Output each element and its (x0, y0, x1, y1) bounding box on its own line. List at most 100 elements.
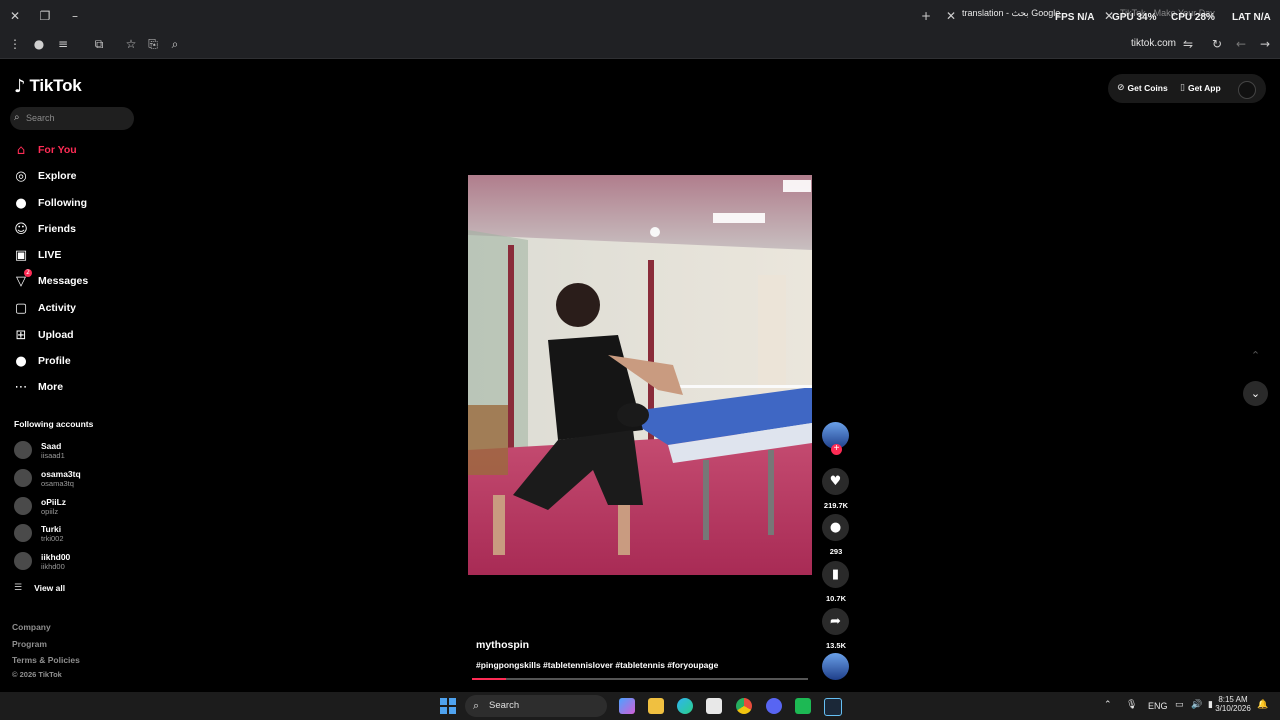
footer-terms[interactable]: Terms & Policies (12, 655, 80, 665)
sidebar-item-for-you[interactable]: ⌂ For You (12, 141, 132, 159)
account-handle: trki002 (41, 533, 64, 543)
following-account-item[interactable]: Saad iisaad1 (14, 438, 65, 462)
sidebar-item-friends[interactable]: ☺ Friends (12, 220, 132, 238)
video-author[interactable]: mythospin (476, 639, 529, 651)
footer-program[interactable]: Program (12, 639, 47, 649)
language-indicator[interactable]: ENG (1148, 701, 1168, 711)
messages-icon: ▽ 2 (12, 269, 32, 290)
comment-count: 293 (829, 547, 843, 556)
comment-button[interactable]: ● (822, 514, 849, 541)
like-button[interactable]: ♥ (822, 468, 849, 495)
following-account-item[interactable]: osama3tq osama3tq (14, 466, 81, 490)
get-app-button[interactable]: ▯ Get App (1180, 83, 1221, 93)
sidebar-item-label: Following (38, 197, 87, 209)
sidebar-item-label: Explore (38, 170, 77, 182)
get-coins-button[interactable]: ⊘ Get Coins (1117, 83, 1168, 93)
taskbar-search[interactable]: ⌕ Search (465, 695, 607, 717)
save-button[interactable]: ▮ (822, 561, 849, 588)
fps-label: FPS N/A (1055, 12, 1095, 23)
following-account-item[interactable]: iikhd00 iikhd00 (14, 549, 70, 573)
chrome-icon[interactable] (736, 698, 752, 714)
windows-start-icon[interactable] (440, 698, 456, 714)
menu-dots-icon[interactable]: ⋮ (8, 37, 22, 51)
view-all-button[interactable]: ☰ View all (14, 583, 65, 593)
sidebar-item-explore[interactable]: ◎ Explore (12, 167, 132, 185)
friends-icon: ☺ (14, 221, 28, 237)
logo-text: TikTok (29, 76, 82, 95)
store-icon[interactable] (706, 698, 722, 714)
close-icon[interactable]: ✕ (8, 9, 22, 23)
tab-translation[interactable]: translation - بحث Google (962, 8, 1060, 19)
previous-video-button[interactable]: ⌃ (1243, 343, 1268, 368)
following-account-item[interactable]: Turki trki002 (14, 521, 64, 545)
sidebar-item-activity[interactable]: ▢ Activity (12, 299, 132, 317)
follow-plus-icon[interactable]: + (831, 444, 842, 455)
sidebar-item-upload[interactable]: ⊞ Upload (12, 326, 132, 344)
notification-icon[interactable]: 🔔 (1257, 700, 1268, 710)
start-tile (449, 707, 456, 714)
address-bar-url[interactable]: tiktok.com (1131, 38, 1176, 49)
user-avatar[interactable] (1238, 81, 1256, 99)
steam-icon[interactable] (824, 698, 842, 716)
search-input[interactable]: ⌕ Search (10, 107, 134, 130)
sidebar-item-label: More (38, 381, 64, 393)
battery-icon[interactable]: ▮ (1208, 700, 1213, 710)
new-tab-icon[interactable]: + (919, 9, 933, 23)
sound-disc-avatar[interactable] (822, 653, 849, 680)
footer-company[interactable]: Company (12, 622, 51, 632)
back-icon[interactable]: → (1258, 37, 1272, 51)
account-handle: iisaad1 (41, 450, 65, 460)
home-icon: ⌂ (16, 142, 26, 158)
avatar (14, 469, 32, 487)
reload-icon[interactable]: ↻ (1210, 37, 1224, 51)
tray-overflow-icon[interactable]: ⌃ (1104, 700, 1112, 710)
avatar (14, 524, 32, 542)
save-count: 10.7K (825, 594, 846, 603)
edge-icon[interactable] (677, 698, 693, 714)
following-account-item[interactable]: oPiiLz opiilz (14, 494, 66, 518)
account-name: oPiiLz (41, 496, 67, 507)
bookmark-star-icon[interactable]: ☆ (124, 37, 138, 51)
network-icon[interactable]: ▭ (1175, 700, 1184, 710)
sidebar-item-more[interactable]: ⋯ More (12, 378, 132, 396)
tiktok-logo[interactable]: ♪ TikTok (14, 76, 82, 97)
install-app-icon[interactable]: ⎘ (146, 37, 160, 51)
sidebar-item-following[interactable]: ● Following (12, 194, 132, 212)
extensions-icon[interactable]: ⧉ (92, 37, 106, 51)
profile-avatar-icon[interactable]: ● (32, 37, 46, 51)
list-icon: ☰ (14, 583, 23, 593)
minimize-icon[interactable]: – (68, 9, 82, 23)
file-explorer-icon[interactable] (648, 698, 664, 714)
account-name: iikhd00 (41, 551, 71, 562)
view-all-label: View all (34, 583, 66, 593)
zoom-icon[interactable]: ⌕ (168, 37, 182, 51)
tab-close-icon[interactable]: ✕ (944, 9, 958, 23)
activity-icon: ▢ (14, 300, 28, 316)
share-button[interactable]: ➦ (822, 608, 849, 635)
next-video-button[interactable]: ⌄ (1243, 381, 1268, 406)
clock[interactable]: 8:15 AM 3/10/2026 (1214, 695, 1252, 713)
video-player[interactable] (468, 175, 812, 575)
restore-icon[interactable]: ❐ (38, 9, 52, 23)
upload-icon: ⊞ (15, 327, 27, 343)
site-settings-icon[interactable]: ⇋ (1181, 37, 1195, 51)
discord-icon[interactable] (766, 698, 782, 714)
search-placeholder: Search (26, 113, 55, 123)
video-caption: #pingpongskills #tabletennislover #table… (476, 660, 719, 670)
avatar (14, 552, 32, 570)
microphone-icon[interactable]: 🎙 (1126, 700, 1137, 710)
sidebar-item-messages[interactable]: ▽ 2 Messages (12, 269, 132, 290)
copilot-icon[interactable] (619, 698, 635, 714)
sidebar-item-live[interactable]: ▣ LIVE (12, 246, 132, 264)
volume-icon[interactable]: 🔊 (1191, 700, 1202, 710)
app-icon[interactable] (795, 698, 811, 714)
account-handle: iikhd00 (41, 561, 65, 571)
sidebar-item-profile[interactable]: ● Profile (12, 352, 132, 370)
profile-icon: ● (15, 353, 27, 369)
compass-icon: ◎ (15, 168, 27, 184)
sidebar-item-label: LIVE (38, 249, 62, 261)
video-progress-bar[interactable] (472, 678, 808, 680)
reading-list-icon[interactable]: ≡ (56, 37, 70, 51)
account-name: Turki (41, 523, 62, 534)
forward-icon[interactable]: ← (1234, 37, 1248, 51)
